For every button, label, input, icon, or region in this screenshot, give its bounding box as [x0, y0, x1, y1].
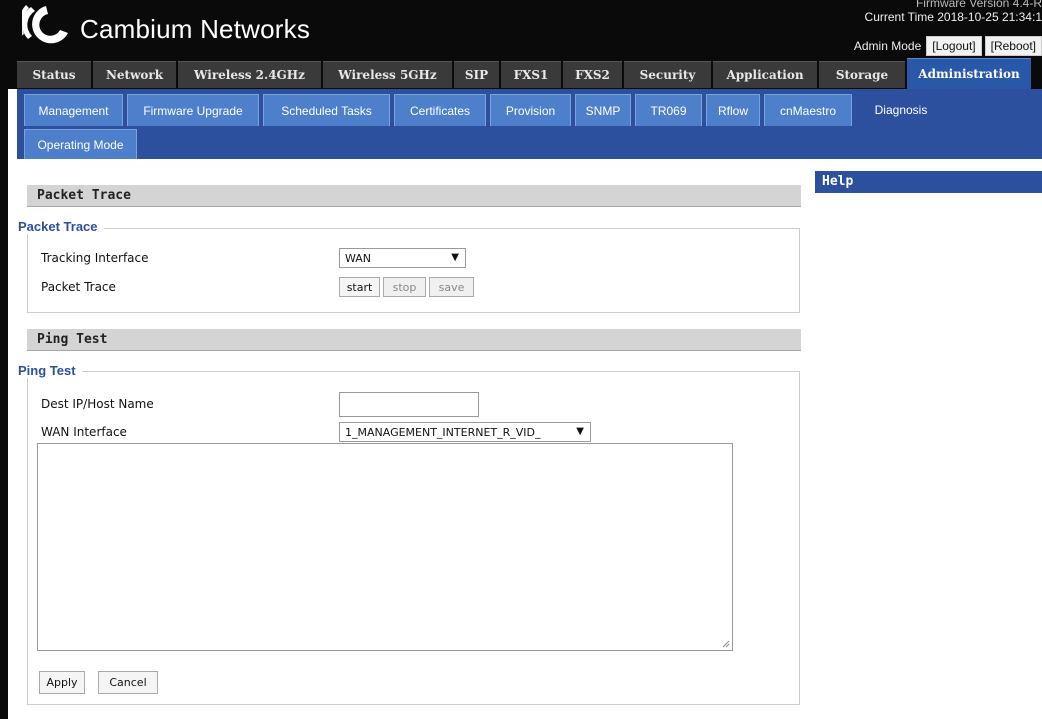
tab-network[interactable]: Network	[93, 61, 176, 88]
logout-button[interactable]: [Logout]	[926, 36, 982, 56]
tab-fxs1[interactable]: FXS1	[501, 61, 561, 88]
triangle-down-icon: ▼	[451, 252, 459, 263]
subtab-operating-mode[interactable]: Operating Mode	[24, 129, 137, 159]
subtab-rflow[interactable]: Rflow	[706, 94, 760, 126]
packet-trace-fieldset	[27, 228, 800, 313]
subtab-tr069[interactable]: TR069	[635, 94, 702, 126]
triangle-down-icon: ▼	[576, 426, 584, 437]
section-title: Packet Trace	[37, 188, 131, 203]
subtab-provision[interactable]: Provision	[490, 94, 571, 126]
admin-mode-label: Admin Mode	[853, 39, 922, 53]
tracking-interface-label: Tracking Interface	[41, 251, 149, 265]
firmware-version: Firmware Version 4.4-R	[915, 0, 1042, 10]
tab-storage[interactable]: Storage	[819, 61, 905, 88]
tab-wireless-5[interactable]: Wireless 5GHz	[323, 61, 452, 88]
subtab-scheduled-tasks[interactable]: Scheduled Tasks	[263, 94, 390, 126]
wan-interface-value: 1_MANAGEMENT_INTERNET_R_VID_	[345, 425, 541, 439]
tab-administration[interactable]: Administration	[907, 58, 1031, 89]
dest-ip-input[interactable]	[339, 392, 479, 417]
tab-sip[interactable]: SIP	[454, 61, 499, 88]
wan-interface-label: WAN Interface	[41, 425, 127, 439]
top-nav: Status Network Wireless 2.4GHz Wireless …	[8, 58, 1042, 89]
packet-trace-label: Packet Trace	[41, 280, 116, 294]
admin-row: Admin Mode [Logout] [Reboot]	[854, 36, 1042, 56]
apply-button[interactable]: Apply	[39, 671, 85, 694]
sub-nav: Management Firmware Upgrade Scheduled Ta…	[17, 89, 1042, 159]
subtab-certificates[interactable]: Certificates	[394, 94, 486, 126]
ping-test-legend: Ping Test	[18, 363, 82, 378]
brand-name: Cambium Networks	[80, 14, 311, 44]
help-panel-header: Help	[815, 171, 1042, 193]
ping-test-section-header: Ping Test	[27, 329, 801, 351]
subtab-management[interactable]: Management	[24, 94, 123, 126]
current-time: Current Time 2018-10-25 21:34:1	[864, 10, 1042, 24]
wan-interface-select[interactable]: 1_MANAGEMENT_INTERNET_R_VID_ ▼	[339, 422, 591, 442]
start-button[interactable]: start	[339, 277, 380, 297]
resize-grip-icon[interactable]	[722, 640, 730, 648]
left-border	[0, 0, 8, 719]
tab-wireless-24[interactable]: Wireless 2.4GHz	[178, 61, 321, 88]
dest-ip-label: Dest IP/Host Name	[41, 397, 154, 411]
reboot-button[interactable]: [Reboot]	[984, 36, 1042, 56]
subtab-cnmaestro[interactable]: cnMaestro	[764, 94, 852, 126]
subtab-firmware-upgrade[interactable]: Firmware Upgrade	[127, 94, 259, 126]
save-button[interactable]: save	[429, 277, 474, 297]
ping-output-textarea[interactable]	[37, 443, 733, 651]
subtab-diagnosis[interactable]: Diagnosis	[856, 94, 946, 126]
tracking-interface-select[interactable]: WAN ▼	[339, 248, 466, 268]
cancel-button[interactable]: Cancel	[98, 671, 158, 694]
help-title: Help	[822, 174, 854, 189]
tab-application[interactable]: Application	[713, 61, 817, 88]
header: Cambium Networks Firmware Version 4.4-R …	[8, 0, 1042, 58]
stop-button[interactable]: stop	[383, 277, 426, 297]
subtab-snmp[interactable]: SNMP	[575, 94, 631, 126]
tab-fxs2[interactable]: FXS2	[563, 61, 622, 88]
tab-security[interactable]: Security	[624, 61, 711, 88]
header-info: Firmware Version 4.4-R Current Time 2018…	[865, 0, 1042, 24]
packet-trace-section-header: Packet Trace	[27, 185, 801, 207]
tab-status[interactable]: Status	[17, 61, 91, 88]
cambium-logo-icon	[22, 5, 68, 44]
packet-trace-legend: Packet Trace	[18, 219, 104, 234]
section-title: Ping Test	[37, 332, 108, 347]
tracking-interface-value: WAN	[345, 251, 372, 265]
